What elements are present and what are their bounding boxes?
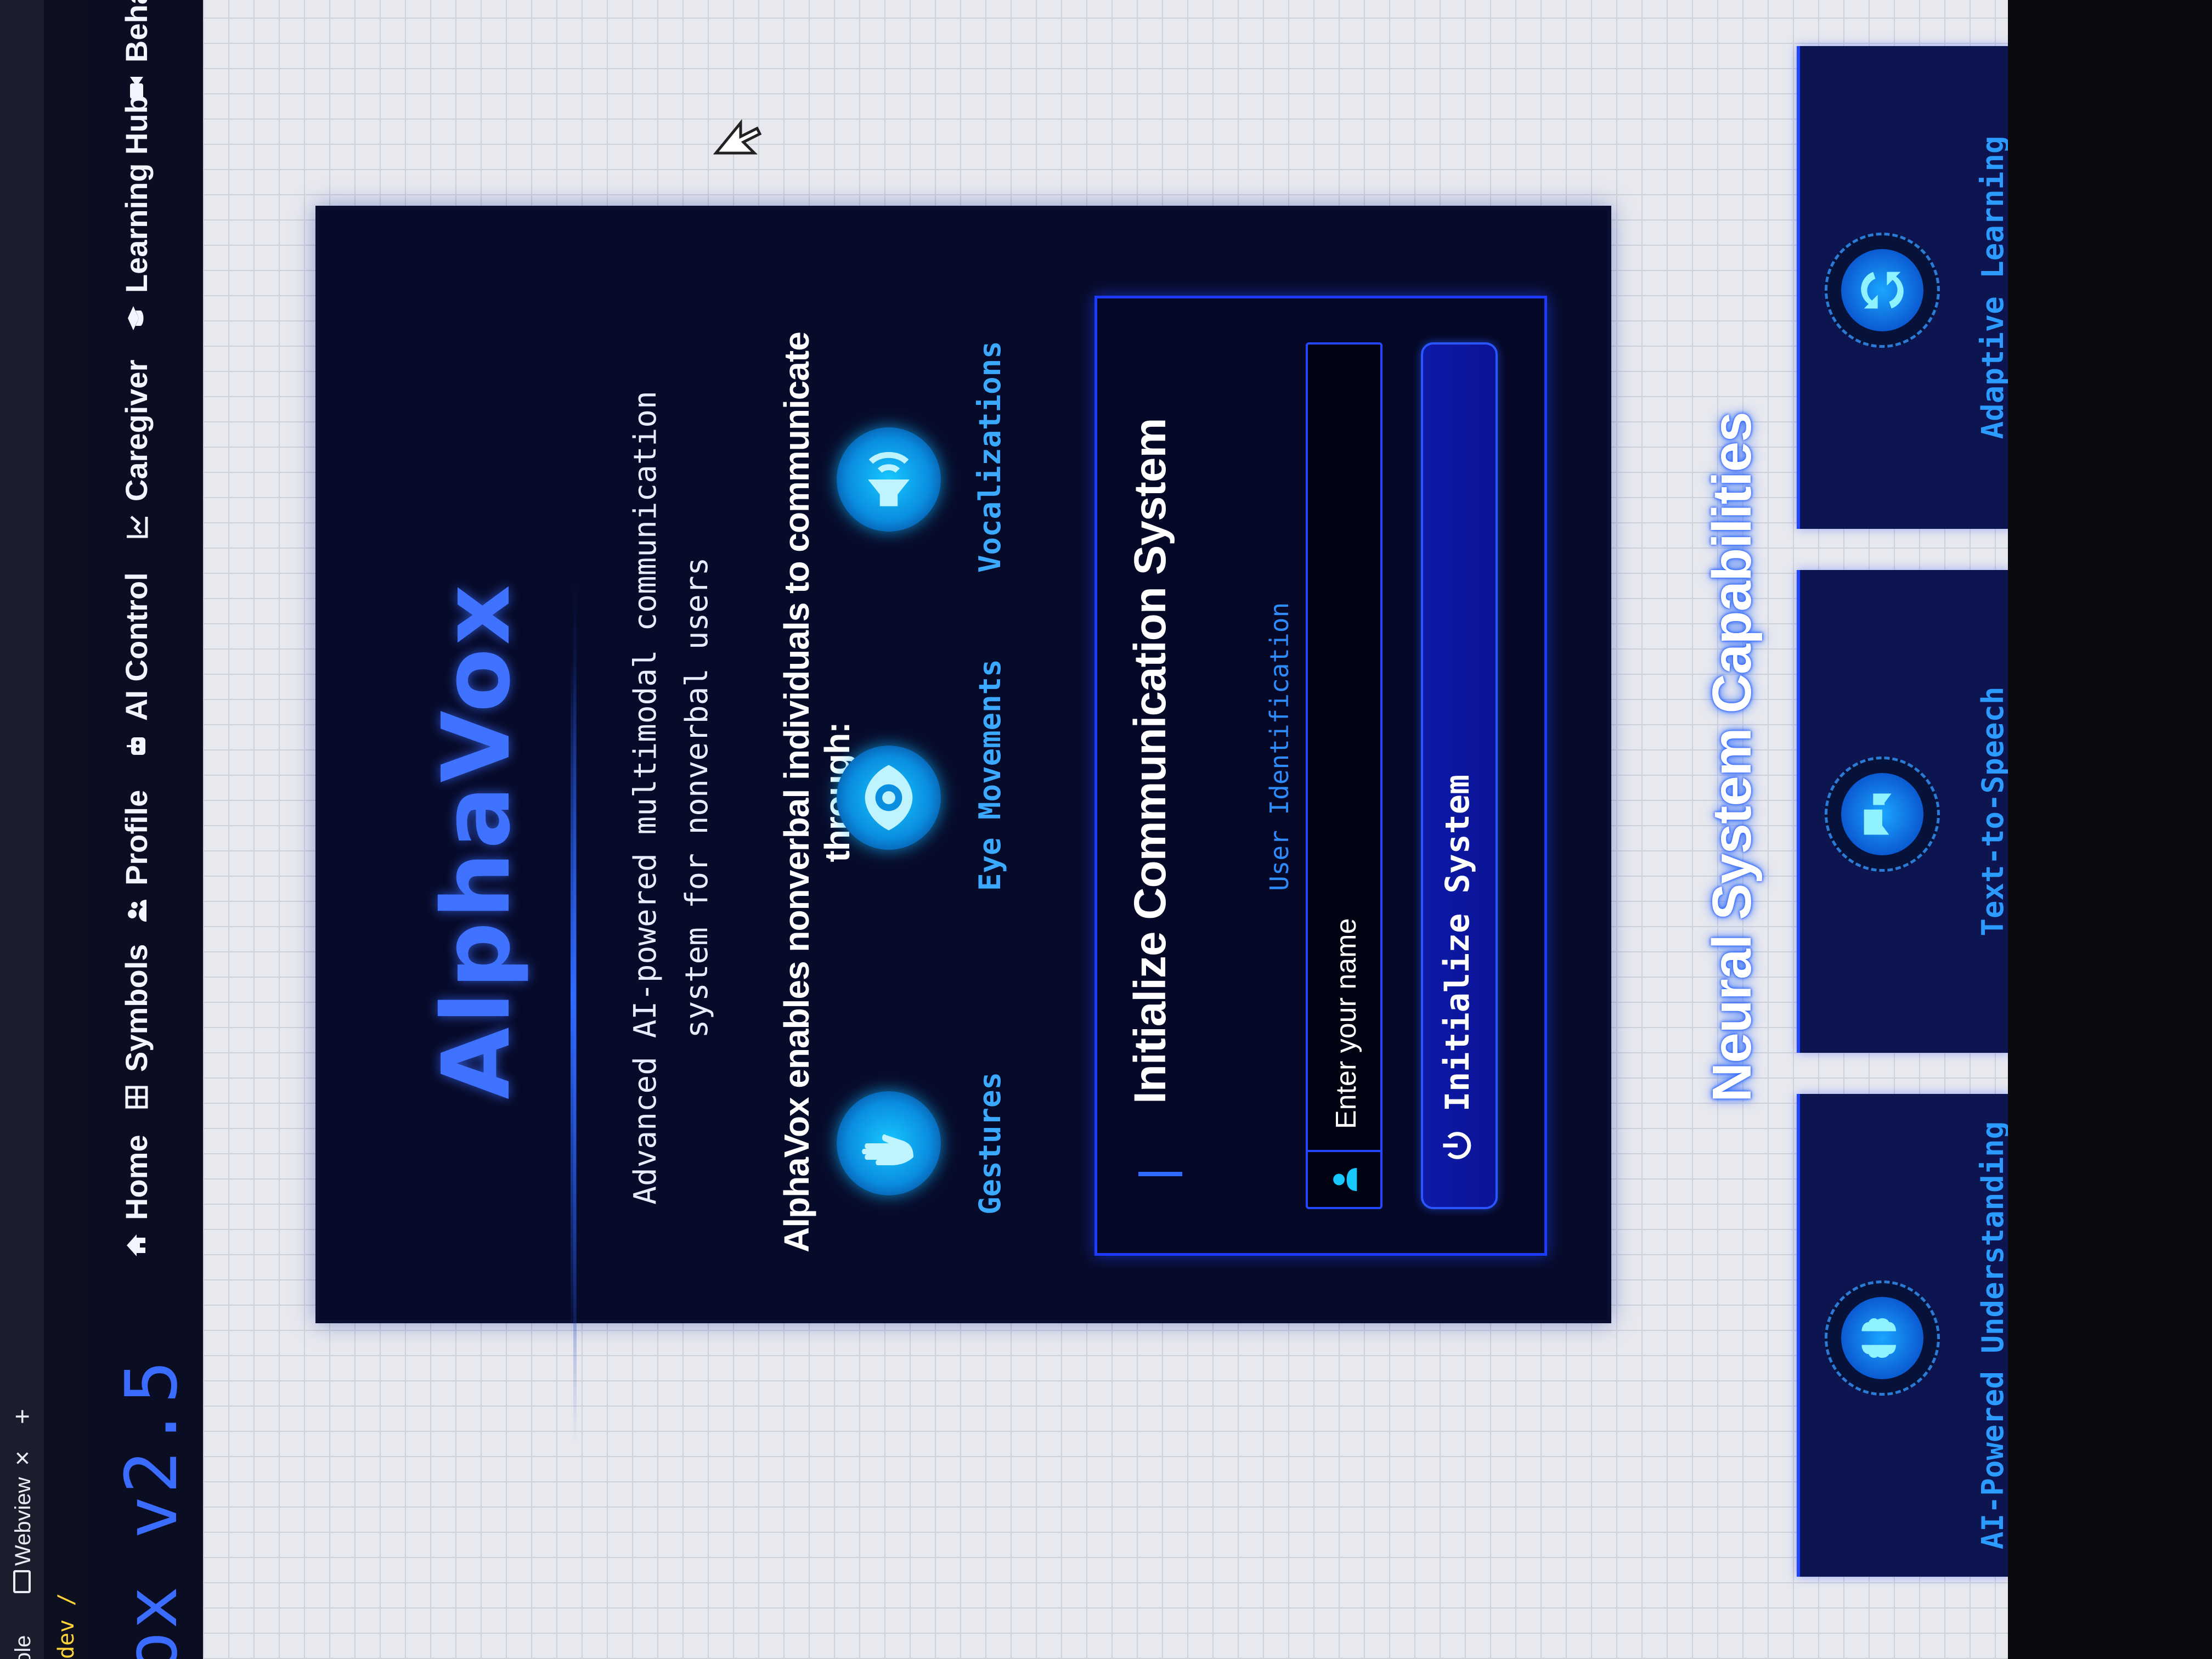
mode-eye-movements: Eye Movements	[837, 659, 1007, 891]
user-id-label: User Identification	[1265, 602, 1294, 891]
nav-home-label: Home	[119, 1135, 154, 1220]
nav-learning-hub-label: Learning Hub	[119, 95, 154, 293]
nav-behavior[interactable]: Behavior	[119, 0, 154, 101]
user-icon	[1333, 1168, 1357, 1191]
browser-tab-bar: ole Webview × +	[0, 0, 45, 1659]
card-title: Initialize Communication System	[1125, 418, 1175, 1104]
name-input[interactable]: Enter your name	[1306, 342, 1383, 1209]
brand-title[interactable]: Vox v2.5	[110, 1358, 193, 1659]
capabilities-heading: Neural System Capabilities	[1701, 412, 1763, 1102]
alphavox-logo: AlphaVox	[422, 582, 531, 1099]
hero-subtitle: Advanced AI-powered multimodal communica…	[628, 391, 715, 1205]
sync-icon	[1861, 272, 1904, 309]
robot-icon	[126, 737, 145, 755]
users-icon	[127, 900, 146, 922]
mode-eye-movements-label: Eye Movements	[973, 659, 1007, 891]
name-input-placeholder: Enter your name	[1330, 918, 1362, 1129]
hand-icon	[862, 1134, 913, 1165]
home-icon	[126, 1234, 145, 1256]
app-navbar: Vox v2.5 Home Symbols Profile AI Control…	[88, 0, 205, 1659]
nav-profile[interactable]: Profile	[119, 790, 154, 924]
feature-label: AI-Powered Understanding	[1976, 1121, 2010, 1550]
tab-close-button[interactable]: ×	[8, 1451, 38, 1466]
feature-card-adaptive-learning: Adaptive Learning	[1797, 46, 2011, 529]
nav-caregiver-label: Caregiver	[119, 359, 154, 501]
feature-card-text-to-speech: Text-to-Speech	[1797, 570, 2011, 1053]
tab-fragment[interactable]: ole	[11, 1635, 36, 1659]
nav-ai-control-label: AI Control	[119, 572, 154, 721]
nav-profile-label: Profile	[119, 789, 154, 885]
initialize-system-button[interactable]: Initialize System	[1421, 342, 1498, 1209]
breadcrumb: dev /	[54, 1593, 79, 1659]
card-title-accent	[1138, 1172, 1182, 1176]
new-tab-button[interactable]: +	[8, 1409, 38, 1424]
mode-vocalizations: Vocalizations	[837, 341, 1007, 573]
nav-ai-control[interactable]: AI Control	[119, 572, 154, 759]
webview-icon	[13, 1570, 31, 1593]
feature-card-ai-understanding: AI-Powered Understanding	[1797, 1094, 2011, 1577]
speaker-waves-icon	[868, 452, 910, 506]
nav-symbols-label: Symbols	[119, 944, 154, 1072]
mode-vocalizations-label: Vocalizations	[973, 341, 1007, 573]
photo-frame: ole Webview × + dev / Vox v2.5 Home Symb…	[0, 0, 2212, 1659]
tab-webview[interactable]: Webview	[11, 1477, 36, 1566]
initialize-system-label: Initialize System	[1438, 774, 1477, 1111]
hero-divider	[571, 661, 576, 1335]
nav-home[interactable]: Home	[119, 1135, 154, 1259]
mouse-cursor-icon	[713, 119, 762, 155]
nav-symbols[interactable]: Symbols	[119, 944, 154, 1110]
monitor-screen: ole Webview × + dev / Vox v2.5 Home Symb…	[0, 0, 2212, 1659]
mode-gestures: Gestures	[837, 1050, 1007, 1237]
nav-caregiver[interactable]: Caregiver	[119, 360, 154, 540]
nav-learning-hub[interactable]: Learning Hub	[119, 95, 154, 331]
eye-icon	[865, 765, 913, 831]
grid-icon	[125, 1086, 148, 1109]
monitor-bezel	[2008, 0, 2212, 1659]
feature-label: Text-to-Speech	[1976, 686, 2010, 936]
nav-behavior-label: Behavior	[119, 0, 154, 63]
power-icon	[1443, 1132, 1471, 1159]
mode-gestures-label: Gestures	[973, 1071, 1007, 1215]
chart-icon	[126, 516, 148, 538]
brain-icon	[1861, 1318, 1896, 1358]
video-icon	[129, 77, 143, 99]
speech-bubbles-icon	[1864, 793, 1892, 835]
feature-label: Adaptive Learning	[1976, 136, 2010, 439]
path-bar: dev /	[44, 0, 88, 1659]
graduation-cap-icon	[127, 306, 143, 330]
